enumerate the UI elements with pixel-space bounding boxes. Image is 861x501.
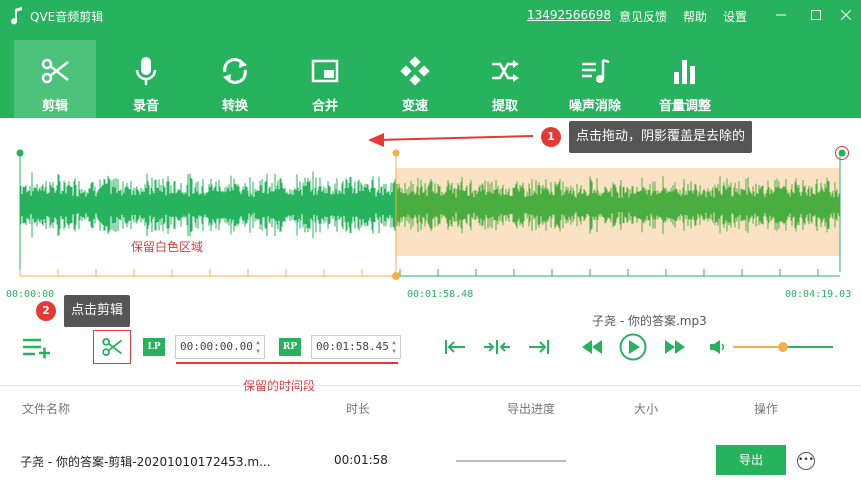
col-header-progress: 导出进度 [507, 402, 556, 416]
close-icon [841, 10, 851, 20]
cut-hint-callout: 点击剪辑 [64, 295, 131, 327]
volume-bars-icon [674, 60, 695, 84]
tool-speed[interactable]: 变速 [374, 40, 456, 118]
center-marker-icon[interactable] [484, 338, 510, 356]
volume-knob[interactable] [778, 342, 788, 352]
step-badge-1: 1 [541, 127, 561, 147]
noise-icon [582, 58, 610, 83]
col-header-name: 文件名称 [22, 402, 71, 416]
app-title: QVE音频剪辑 [30, 10, 104, 24]
scissors-icon [41, 58, 69, 84]
tool-label: 剪辑 [41, 99, 68, 114]
feedback-link[interactable]: 意见反馈 [619, 8, 667, 25]
tool-label: 变速 [401, 99, 428, 114]
table-divider [0, 385, 861, 386]
extract-icon [492, 60, 519, 82]
speed-icon [400, 56, 430, 86]
start-time-value: 00:00:00.00 [180, 340, 253, 353]
end-time-spinner[interactable]: ▲ ▼ [390, 338, 398, 356]
convert-icon [223, 58, 247, 84]
keep-region-label: 保留白色区域 [131, 240, 204, 254]
tool-extract[interactable]: 提取 [464, 40, 546, 118]
range-underline [176, 362, 398, 364]
col-header-action: 操作 [754, 402, 779, 416]
tool-merge[interactable]: 合并 [284, 40, 366, 118]
timeline-ticks [19, 269, 819, 276]
rewind-icon[interactable] [581, 339, 603, 355]
volume-fill [733, 346, 783, 348]
end-time: 00:04:19.03 [785, 289, 852, 300]
minimize-button[interactable] [769, 4, 793, 26]
timeline-marker-knob[interactable] [392, 272, 400, 280]
marker-time: 00:01:58.48 [407, 289, 474, 300]
current-file-name: 子尧 - 你的答案.mp3 [592, 314, 707, 328]
close-button[interactable] [834, 4, 858, 26]
row-file-name: 子尧 - 你的答案-剪辑-20201010172453.m... [20, 455, 271, 469]
export-button[interactable]: 导出 [716, 445, 786, 475]
right-handle[interactable] [838, 149, 846, 157]
col-header-size: 大小 [634, 402, 659, 416]
help-link[interactable]: 帮助 [683, 8, 707, 25]
phone-link[interactable]: 13492566698 [527, 8, 611, 22]
tool-label: 录音 [132, 99, 159, 114]
drag-hint-callout: 点击拖动，阴影覆盖是去除的 [569, 121, 753, 153]
play-icon[interactable] [619, 333, 647, 361]
tool-label: 合并 [311, 99, 338, 114]
col-header-duration: 时长 [346, 402, 371, 416]
scissors-icon [102, 338, 123, 356]
tool-label: 噪声消除 [568, 99, 621, 114]
tool-label: 转换 [221, 99, 248, 114]
end-time-input[interactable]: 00:01:58.45 ▲ ▼ [311, 335, 401, 359]
microphone-icon [135, 57, 157, 85]
volume-slider[interactable] [733, 342, 833, 352]
tool-label: 提取 [491, 99, 518, 114]
merge-icon [311, 59, 339, 83]
add-list-icon[interactable] [23, 337, 51, 359]
tool-denoise[interactable]: 噪声消除 [554, 40, 636, 118]
tool-record[interactable]: 录音 [105, 40, 187, 118]
tool-cut[interactable]: 剪辑 [14, 40, 96, 118]
start-time: 00:00:00 [6, 289, 55, 300]
tool-convert[interactable]: 转换 [194, 40, 276, 118]
toolbar: 剪辑 录音 转换 合并 变速 提取 噪声消除 音量调整 [0, 32, 861, 118]
row-export-progress [456, 460, 566, 462]
drag-arrow-line [377, 135, 534, 141]
maximize-icon [811, 10, 821, 20]
more-options-icon[interactable]: ••• [797, 452, 815, 470]
jump-to-start-icon[interactable] [444, 338, 466, 356]
drag-arrow-head [368, 133, 384, 147]
tool-label: 音量调整 [658, 99, 711, 114]
jump-to-end-icon[interactable] [528, 338, 550, 356]
maximize-button[interactable] [804, 4, 828, 26]
step-badge-2: 2 [36, 301, 56, 321]
cut-button[interactable] [93, 330, 131, 364]
title-bar: QVE音频剪辑 13492566698 意见反馈 帮助 设置 [0, 0, 861, 32]
row-duration: 00:01:58 [334, 453, 388, 467]
marker-handle[interactable] [392, 149, 400, 157]
left-handle[interactable] [16, 149, 24, 157]
start-time-spinner[interactable]: ▲ ▼ [254, 338, 262, 356]
lp-badge: LP [143, 338, 165, 356]
start-time-input[interactable]: 00:00:00.00 ▲ ▼ [175, 335, 265, 359]
rp-badge: RP [279, 338, 301, 356]
fast-forward-icon[interactable] [664, 339, 686, 355]
speaker-icon[interactable] [709, 339, 725, 355]
settings-link[interactable]: 设置 [723, 8, 747, 25]
end-time-value: 00:01:58.45 [316, 340, 389, 353]
music-note-icon [11, 7, 22, 25]
tool-volume[interactable]: 音量调整 [644, 40, 726, 118]
minimize-icon [776, 14, 786, 16]
